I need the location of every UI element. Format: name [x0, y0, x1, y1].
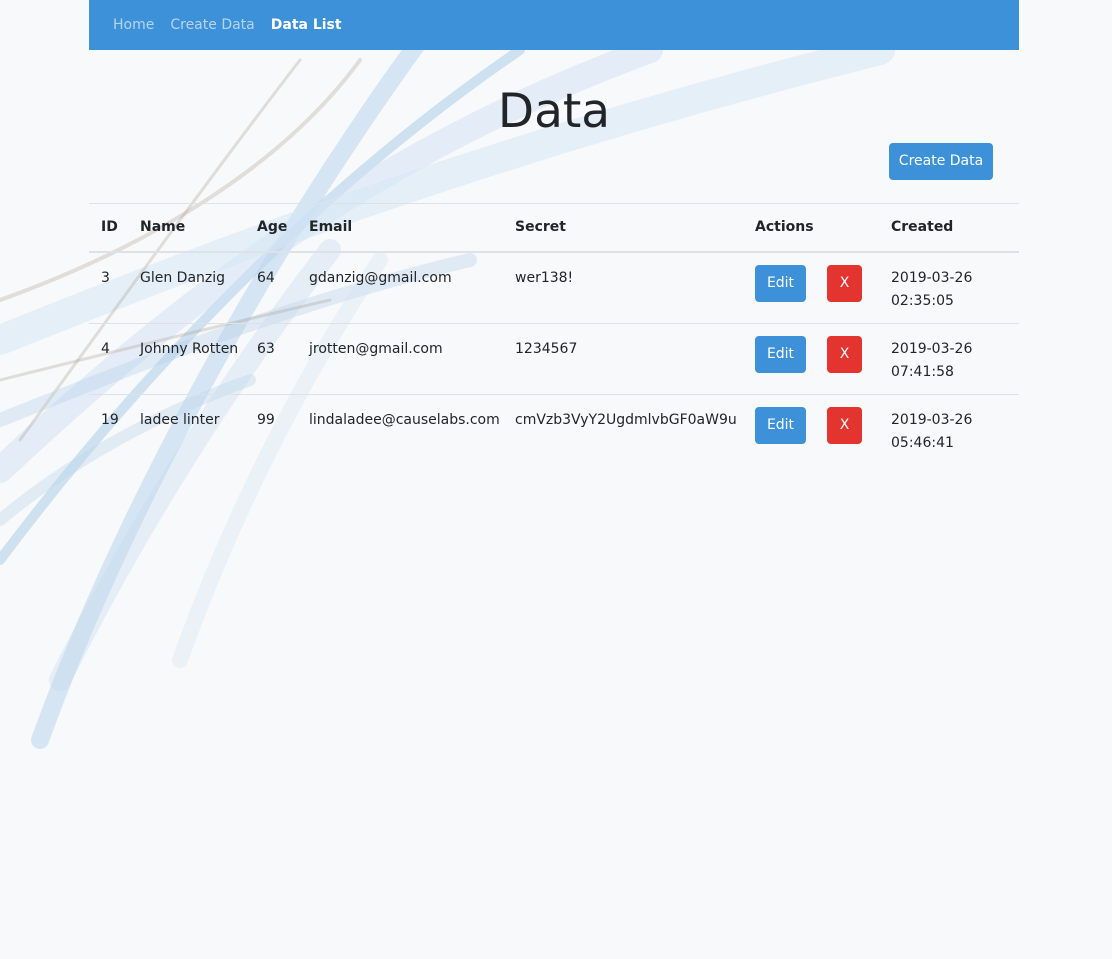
cell-id: 3: [89, 251, 128, 324]
column-header-id: ID: [89, 203, 128, 253]
cell-actions: Edit X: [743, 251, 879, 324]
cell-secret: 1234567: [503, 323, 743, 395]
cell-created: 2019-03-26 05:46:41: [891, 411, 973, 451]
column-header-email: Email: [297, 203, 503, 253]
cell-name: Glen Danzig: [128, 251, 245, 324]
column-header-name: Name: [128, 203, 245, 253]
cell-name: ladee linter: [140, 411, 220, 428]
table-row: 19 ladee linter 99 lindaladee@causelabs.…: [89, 394, 1019, 465]
cell-created: 2019-03-26 07:41:58: [879, 323, 1019, 395]
cell-actions: Edit X: [743, 394, 879, 465]
cell-age: 99: [257, 411, 275, 428]
column-header-actions: Actions: [743, 203, 879, 253]
column-header-age: Age: [245, 203, 297, 253]
cell-secret: cmVzb3VyY2UgdmlvbGF0aW9u: [515, 411, 737, 428]
cell-created: 2019-03-26 02:35:05: [879, 251, 1019, 324]
table-header-row: ID Name Age Email Secret Actions Created: [89, 203, 1019, 253]
cell-email: lindaladee@causelabs.com: [309, 411, 500, 428]
edit-button[interactable]: Edit: [755, 335, 806, 373]
create-data-button[interactable]: Create Data: [889, 143, 993, 180]
nav-link-data-list[interactable]: Data List: [271, 3, 342, 47]
nav-link-home[interactable]: Home: [113, 3, 154, 47]
delete-button[interactable]: X: [827, 335, 862, 373]
delete-button[interactable]: X: [827, 264, 862, 302]
cell-age: 64: [245, 251, 297, 324]
edit-button[interactable]: Edit: [755, 264, 806, 302]
cell-id: 19: [101, 411, 119, 428]
column-header-created: Created: [879, 203, 1019, 253]
top-navbar: Home Create Data Data List: [89, 0, 1019, 50]
table-row: 3 Glen Danzig 64 gdanzig@gmail.com wer13…: [89, 251, 1019, 324]
cell-id: 4: [89, 323, 128, 395]
cell-name: Johnny Rotten: [128, 323, 245, 395]
nav-link-create-data[interactable]: Create Data: [170, 3, 254, 47]
data-table: ID Name Age Email Secret Actions Created…: [89, 203, 1019, 465]
page-title: Data: [497, 84, 611, 139]
cell-age: 63: [245, 323, 297, 395]
cell-email: gdanzig@gmail.com: [297, 251, 503, 324]
edit-button[interactable]: Edit: [755, 406, 806, 444]
delete-button[interactable]: X: [827, 406, 862, 444]
cell-secret: wer138!: [503, 251, 743, 324]
cell-actions: Edit X: [743, 323, 879, 395]
main-container: Home Create Data Data List Data Create D…: [89, 0, 1019, 451]
cell-email: jrotten@gmail.com: [297, 323, 503, 395]
table-row: 4 Johnny Rotten 63 jrotten@gmail.com 123…: [89, 323, 1019, 395]
column-header-secret: Secret: [503, 203, 743, 253]
